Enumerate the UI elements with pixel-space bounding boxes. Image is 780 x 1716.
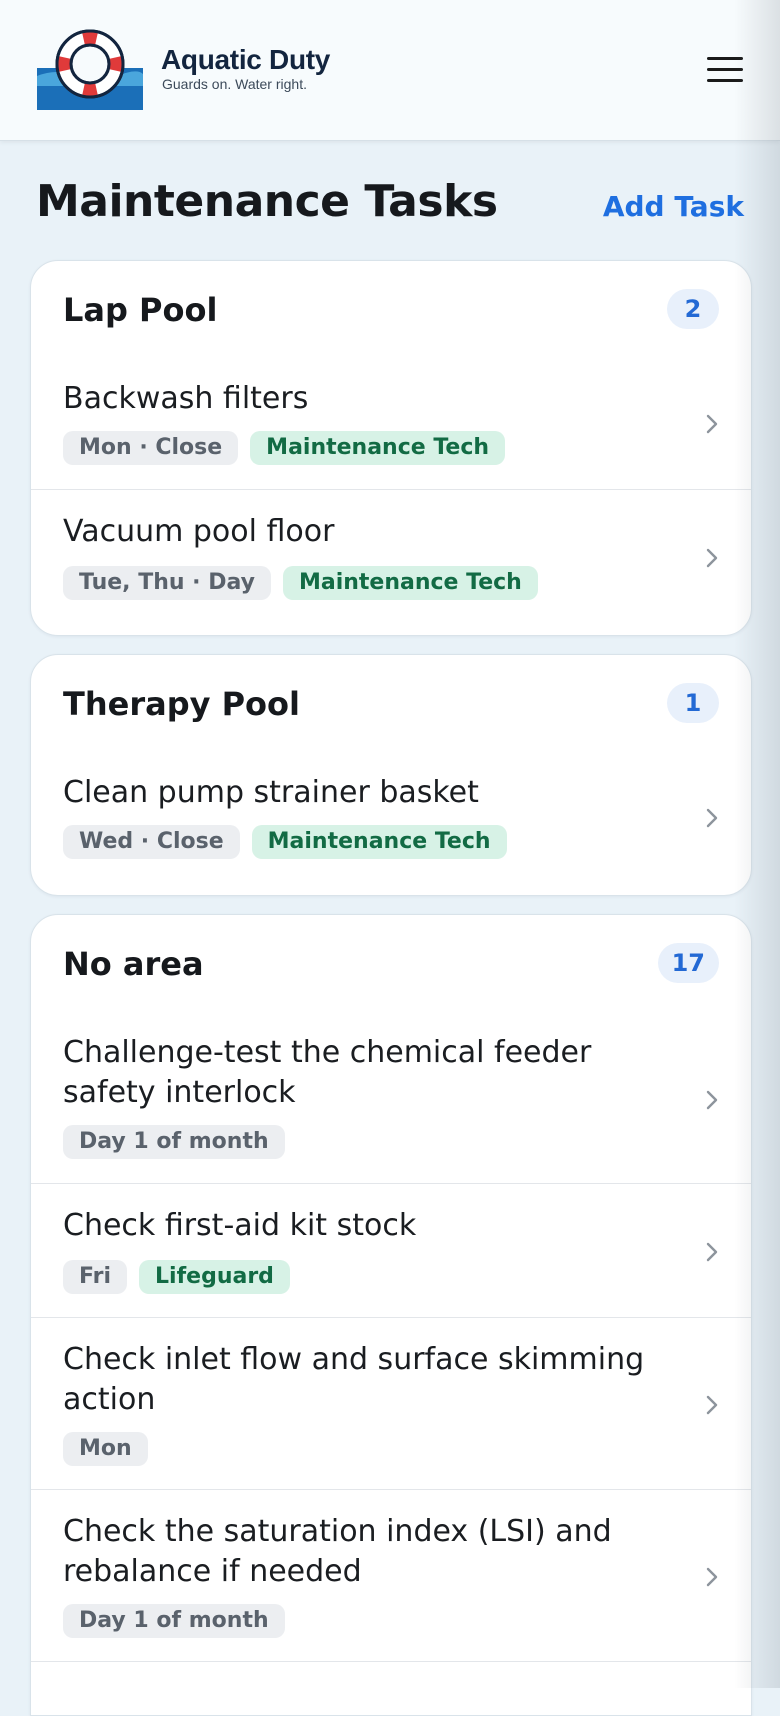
task-tags: Mon · Close Maintenance Tech xyxy=(63,431,506,465)
area-group-lap-pool: Lap Pool 2 Backwash filters Mon · Close … xyxy=(30,260,752,636)
hamburger-menu-icon[interactable] xyxy=(700,52,748,88)
schedule-tag: Tue, Thu · Day xyxy=(63,566,271,600)
task-row[interactable]: Backwash filters Mon · Close Maintenance… xyxy=(31,359,751,489)
area-group-no-area: No area 17 Challenge-test the chemical f… xyxy=(30,914,752,1716)
role-tag: Maintenance Tech xyxy=(251,825,507,859)
task-row[interactable]: Check first-aid kit stock Fri Lifeguard xyxy=(31,1183,751,1318)
schedule-tag: Wed · Close xyxy=(63,825,240,859)
brand-name: Aquatic Duty xyxy=(161,44,331,75)
task-count-badge: 2 xyxy=(667,289,719,329)
task-row[interactable]: Vacuum pool floor Tue, Thu · Day Mainten… xyxy=(31,489,751,635)
task-name: Backwash filters xyxy=(63,381,309,416)
schedule-tag: Day 1 of month xyxy=(63,1125,285,1159)
add-task-button[interactable]: Add Task xyxy=(603,190,744,223)
task-tags: Tue, Thu · Day Maintenance Tech xyxy=(63,566,538,600)
chevron-right-icon xyxy=(706,1090,718,1110)
task-tags: Wed · Close Maintenance Tech xyxy=(63,825,507,859)
app-header: Aquatic Duty Guards on. Water right. xyxy=(0,0,780,141)
task-name: Clean pump strainer basket xyxy=(63,775,479,810)
task-tags: Day 1 of month xyxy=(63,1125,285,1159)
task-row[interactable]: Clean pump strainer basket Wed · Close M… xyxy=(31,753,751,895)
task-row[interactable]: Check inlet flow and surface skimming ac… xyxy=(31,1317,751,1490)
task-name: Check inlet flow and surface skimming ac… xyxy=(63,1342,645,1417)
schedule-tag: Day 1 of month xyxy=(63,1604,285,1638)
role-tag: Maintenance Tech xyxy=(250,431,506,465)
chevron-right-icon xyxy=(706,1242,718,1262)
task-row[interactable] xyxy=(31,1661,751,1715)
task-name: Check first-aid kit stock xyxy=(63,1208,417,1243)
area-title: No area xyxy=(63,945,204,983)
chevron-right-icon xyxy=(706,1395,718,1415)
area-title: Therapy Pool xyxy=(63,685,300,723)
area-title: Lap Pool xyxy=(63,291,218,329)
task-name: Vacuum pool floor xyxy=(63,514,335,549)
lifebuoy-icon xyxy=(37,29,143,110)
chevron-right-icon xyxy=(706,548,718,568)
chevron-right-icon xyxy=(706,1567,718,1587)
schedule-tag: Mon xyxy=(63,1432,148,1466)
task-tags: Day 1 of month xyxy=(63,1604,285,1638)
task-tags: Fri Lifeguard xyxy=(63,1260,290,1294)
task-row[interactable]: Check the saturation index (LSI) and reb… xyxy=(31,1489,751,1662)
chevron-right-icon xyxy=(706,414,718,434)
task-name: Challenge-test the chemical feeder safet… xyxy=(63,1035,592,1110)
task-name: Check the saturation index (LSI) and reb… xyxy=(63,1514,612,1589)
schedule-tag: Mon · Close xyxy=(63,431,239,465)
area-group-therapy-pool: Therapy Pool 1 Clean pump strainer baske… xyxy=(30,654,752,896)
brand-tagline: Guards on. Water right. xyxy=(162,76,307,92)
chevron-right-icon xyxy=(706,808,718,828)
task-count-badge: 1 xyxy=(667,683,719,723)
schedule-tag: Fri xyxy=(63,1260,128,1294)
role-tag: Maintenance Tech xyxy=(282,566,538,600)
role-tag: Lifeguard xyxy=(139,1260,290,1294)
task-tags: Mon xyxy=(63,1432,148,1466)
task-count-badge: 17 xyxy=(657,943,719,983)
page-title: Maintenance Tasks xyxy=(36,176,498,227)
task-row[interactable]: Challenge-test the chemical feeder safet… xyxy=(31,1013,751,1183)
